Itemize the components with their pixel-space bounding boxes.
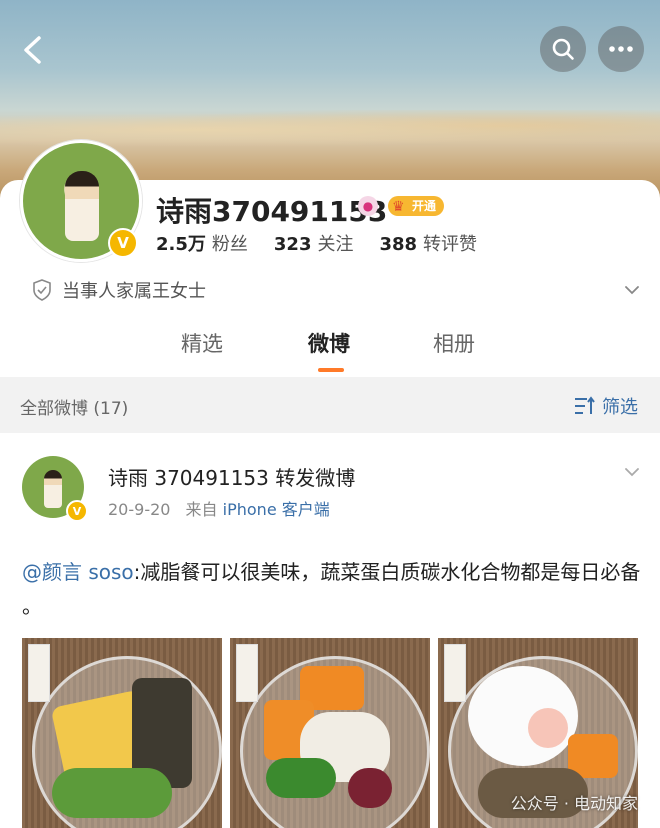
profile-username: 诗雨370491153 (156, 195, 388, 228)
post-content: @颜言 soso:减脂餐可以很美味，蔬菜蛋白质碳水化合物都是每日必备 。 (22, 555, 642, 623)
post-photo-2[interactable] (230, 638, 430, 828)
post-verified-badge-icon: V (66, 500, 88, 522)
more-dots-icon (609, 46, 633, 52)
more-button[interactable] (598, 26, 644, 72)
active-tab-indicator (318, 368, 344, 372)
tab-album[interactable]: 相册 (433, 328, 475, 358)
profile-intro: 当事人家属王女士 (32, 277, 206, 303)
stat-reposts-comments-likes[interactable]: 388 转评赞 (379, 230, 477, 256)
tab-featured[interactable]: 精选 (181, 328, 223, 358)
watermark: 公众号 · 电动知家 (510, 794, 638, 813)
search-button[interactable] (540, 26, 586, 72)
filter-bar: 全部微博 (17) 筛选 (0, 377, 660, 433)
stat-following[interactable]: 323 关注 (274, 230, 354, 256)
post-menu-chevron-icon[interactable] (624, 464, 640, 480)
stat-followers[interactable]: 2.5万 粉丝 (156, 230, 248, 256)
profile-tabs: 精选 微博 相册 (0, 328, 660, 376)
all-posts-count: 全部微博 (17) (20, 399, 129, 419)
search-tag-icon[interactable]: ● (358, 196, 378, 216)
vip-open-badge[interactable]: ♛ 开通 (388, 196, 445, 216)
filter-button[interactable]: 筛选 (574, 393, 638, 419)
post-date: 20-9-20 (108, 500, 171, 519)
intro-text: 当事人家属王女士 (62, 281, 206, 302)
post-from: 来自 (185, 500, 218, 519)
post-author[interactable]: 诗雨 370491153 转发微博 (108, 462, 355, 491)
post-photo-1[interactable] (22, 638, 222, 828)
post-source[interactable]: iPhone 客户端 (223, 500, 330, 519)
back-button[interactable] (12, 30, 52, 70)
verified-badge-icon: V (108, 228, 138, 258)
post-mention-link[interactable]: @颜言 soso (22, 560, 134, 584)
filter-icon (575, 396, 595, 414)
search-icon (552, 38, 574, 60)
chevron-down-icon[interactable] (624, 282, 640, 298)
tab-weibo[interactable]: 微博 (308, 328, 350, 358)
crown-icon: ♛ (392, 199, 405, 215)
chevron-left-icon (24, 36, 41, 64)
profile-stats: 2.5万 粉丝 323 关注 388 转评赞 (156, 230, 477, 256)
post-meta: 20-9-20 来自 iPhone 客户端 (108, 496, 330, 520)
shield-icon (33, 279, 51, 301)
